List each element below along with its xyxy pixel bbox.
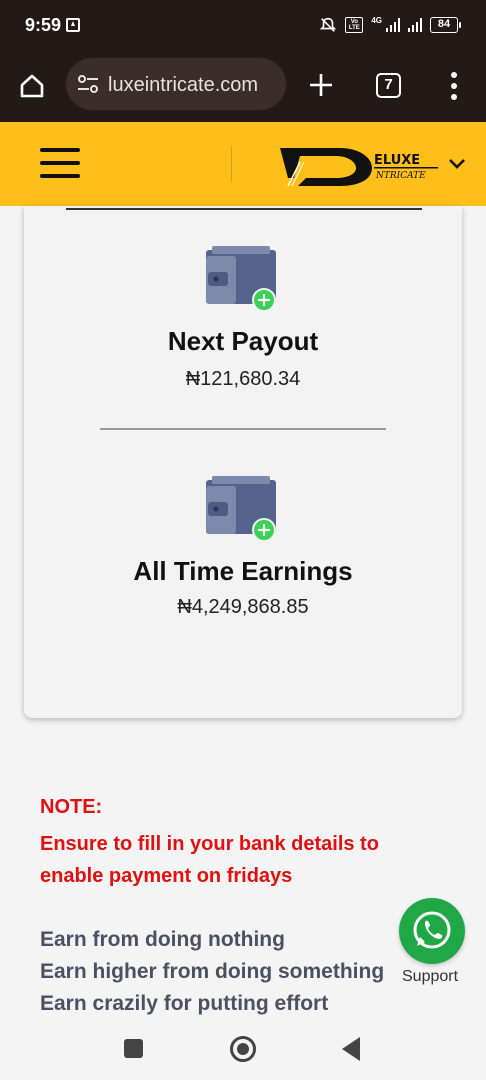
wallet-add-icon: [206, 246, 276, 310]
hamburger-menu-icon[interactable]: [40, 146, 80, 180]
whatsapp-icon: [413, 911, 451, 949]
tagline-item: Earn higher from doing something: [40, 960, 385, 983]
earnings-card: Next Payout ₦121,680.34 All Time Earning…: [24, 206, 462, 718]
status-bar: 9:59 Vo LTE 4G 84: [0, 0, 486, 52]
next-payout-title: Next Payout: [167, 326, 319, 356]
recents-button[interactable]: [124, 1039, 143, 1058]
all-time-earnings-title: All Time Earnings: [133, 556, 353, 586]
note-body: Ensure to fill in your bank details to e…: [40, 833, 379, 887]
tab-switcher-button[interactable]: 7: [376, 73, 401, 98]
all-time-earnings-value: ₦4,249,868.85: [177, 596, 309, 618]
logo-sub-text: NTRICATE: [375, 171, 426, 181]
url-text[interactable]: luxeintricate.com: [108, 74, 258, 97]
battery-icon: 84: [430, 17, 461, 33]
whatsapp-support-button[interactable]: [399, 898, 465, 964]
status-time: 9:59: [25, 15, 62, 35]
logo-main-text: ELUXE: [374, 153, 420, 168]
header-divider: [231, 146, 232, 182]
card-divider: [100, 428, 386, 430]
support-label[interactable]: Support: [402, 968, 458, 986]
network-type: 4G: [371, 15, 382, 25]
mute-icon: [320, 17, 337, 32]
status-icons: Vo LTE 4G 84: [319, 15, 461, 34]
signal-icon-2: [408, 18, 422, 32]
deluxe-intricate-logo[interactable]: ELUXE NTRICATE: [278, 144, 444, 188]
tagline-list: Earn from doing nothing Earn higher from…: [40, 924, 384, 1020]
address-bar[interactable]: luxeintricate.com: [66, 58, 286, 110]
browser-toolbar: luxeintricate.com 7: [0, 52, 486, 122]
system-nav-bar: [0, 1020, 486, 1080]
note-heading: NOTE:: [40, 796, 103, 818]
tagline-item: Earn from doing nothing: [40, 928, 285, 951]
home-icon[interactable]: [18, 72, 46, 100]
next-payout-value: ₦121,680.34: [185, 368, 301, 390]
upload-icon: [66, 18, 80, 32]
site-settings-icon[interactable]: [76, 73, 100, 95]
signal-icon: [386, 18, 400, 32]
home-button[interactable]: [230, 1036, 256, 1062]
tagline-item: Earn crazily for putting effort: [40, 992, 329, 1015]
back-button[interactable]: [342, 1037, 360, 1061]
site-header: ELUXE NTRICATE: [0, 122, 486, 206]
chevron-down-icon[interactable]: [448, 158, 466, 170]
more-vert-icon[interactable]: [448, 72, 460, 100]
wallet-add-icon: [206, 476, 276, 540]
card-top-divider: [66, 208, 422, 210]
plus-icon[interactable]: [306, 70, 336, 100]
volte-icon: Vo LTE: [345, 17, 364, 33]
